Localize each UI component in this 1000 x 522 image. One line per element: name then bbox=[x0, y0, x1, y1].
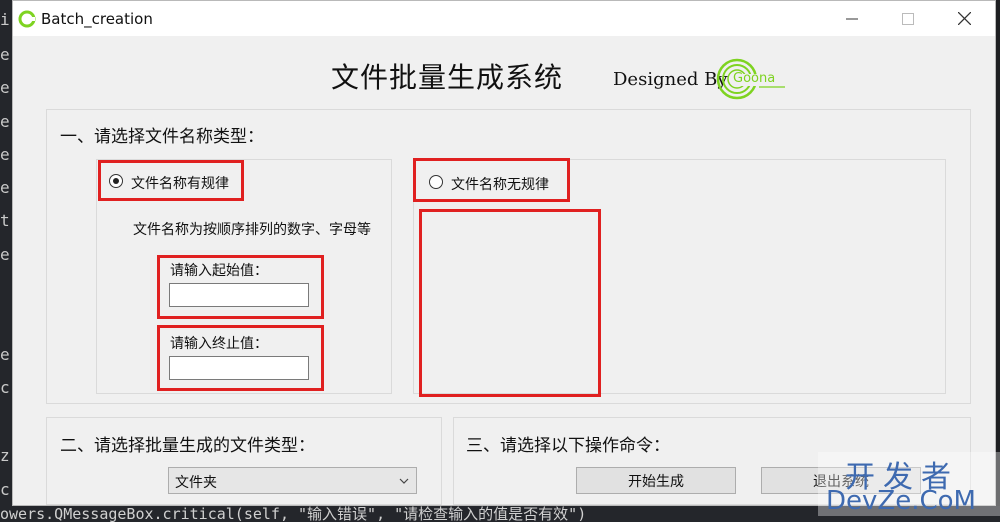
minimize-button[interactable] bbox=[829, 1, 875, 36]
irregular-name-label: 文件名称无规律 bbox=[451, 177, 549, 193]
chevron-down-icon bbox=[399, 478, 409, 484]
bg-char: e bbox=[0, 245, 10, 264]
logo-text: Goona bbox=[733, 71, 776, 86]
bg-char: z bbox=[0, 446, 10, 465]
page-title: 文件批量生成系统 bbox=[331, 61, 564, 94]
irregular-name-radio[interactable] bbox=[429, 175, 443, 189]
section2-title: 二、请选择批量生成的文件类型： bbox=[60, 436, 315, 456]
maximize-icon bbox=[902, 12, 914, 25]
section3-title: 三、请选择以下操作命令： bbox=[466, 436, 670, 456]
regular-name-label: 文件名称有规律 bbox=[131, 176, 229, 192]
regular-name-radio[interactable] bbox=[109, 174, 123, 188]
bg-char: e bbox=[0, 112, 10, 131]
end-value-label: 请输入终止值： bbox=[170, 336, 268, 352]
file-type-selected: 文件夹 bbox=[175, 475, 217, 491]
bg-char: e bbox=[0, 145, 10, 164]
file-type-select[interactable]: 文件夹 bbox=[168, 467, 417, 494]
window-title: Batch_creation bbox=[41, 10, 153, 28]
minimize-icon bbox=[846, 18, 858, 19]
section1-title: 一、请选择文件名称类型： bbox=[60, 127, 264, 147]
bg-char: i bbox=[0, 10, 10, 29]
background-editor-gutter: i e e e e e t e e c z c bbox=[0, 0, 12, 522]
maximize-button[interactable] bbox=[885, 1, 931, 36]
start-value-label: 请输入起始值： bbox=[170, 263, 268, 279]
start-generate-button[interactable]: 开始生成 bbox=[576, 467, 736, 494]
bg-char: e bbox=[0, 345, 10, 364]
bg-char: e bbox=[0, 78, 10, 97]
bg-char: c bbox=[0, 378, 10, 397]
highlight-box-irregular-area bbox=[419, 209, 601, 397]
close-icon bbox=[957, 12, 971, 25]
start-value-input[interactable] bbox=[169, 283, 309, 307]
bg-char: c bbox=[0, 480, 10, 499]
end-value-input[interactable] bbox=[169, 356, 309, 380]
watermark-line2: DevZe.CoM bbox=[826, 486, 976, 516]
close-button[interactable] bbox=[941, 1, 987, 36]
app-icon bbox=[18, 10, 36, 28]
bg-char: t bbox=[0, 211, 10, 230]
bg-char: e bbox=[0, 45, 10, 64]
regular-name-description: 文件名称为按顺序排列的数字、字母等 bbox=[133, 222, 371, 238]
app-window: Batch_creation 文件批量生成系统 Designed By Goon… bbox=[12, 0, 996, 506]
designed-by-text: Designed By bbox=[613, 69, 728, 90]
bg-char: e bbox=[0, 178, 10, 197]
title-bar: Batch_creation bbox=[13, 1, 995, 36]
